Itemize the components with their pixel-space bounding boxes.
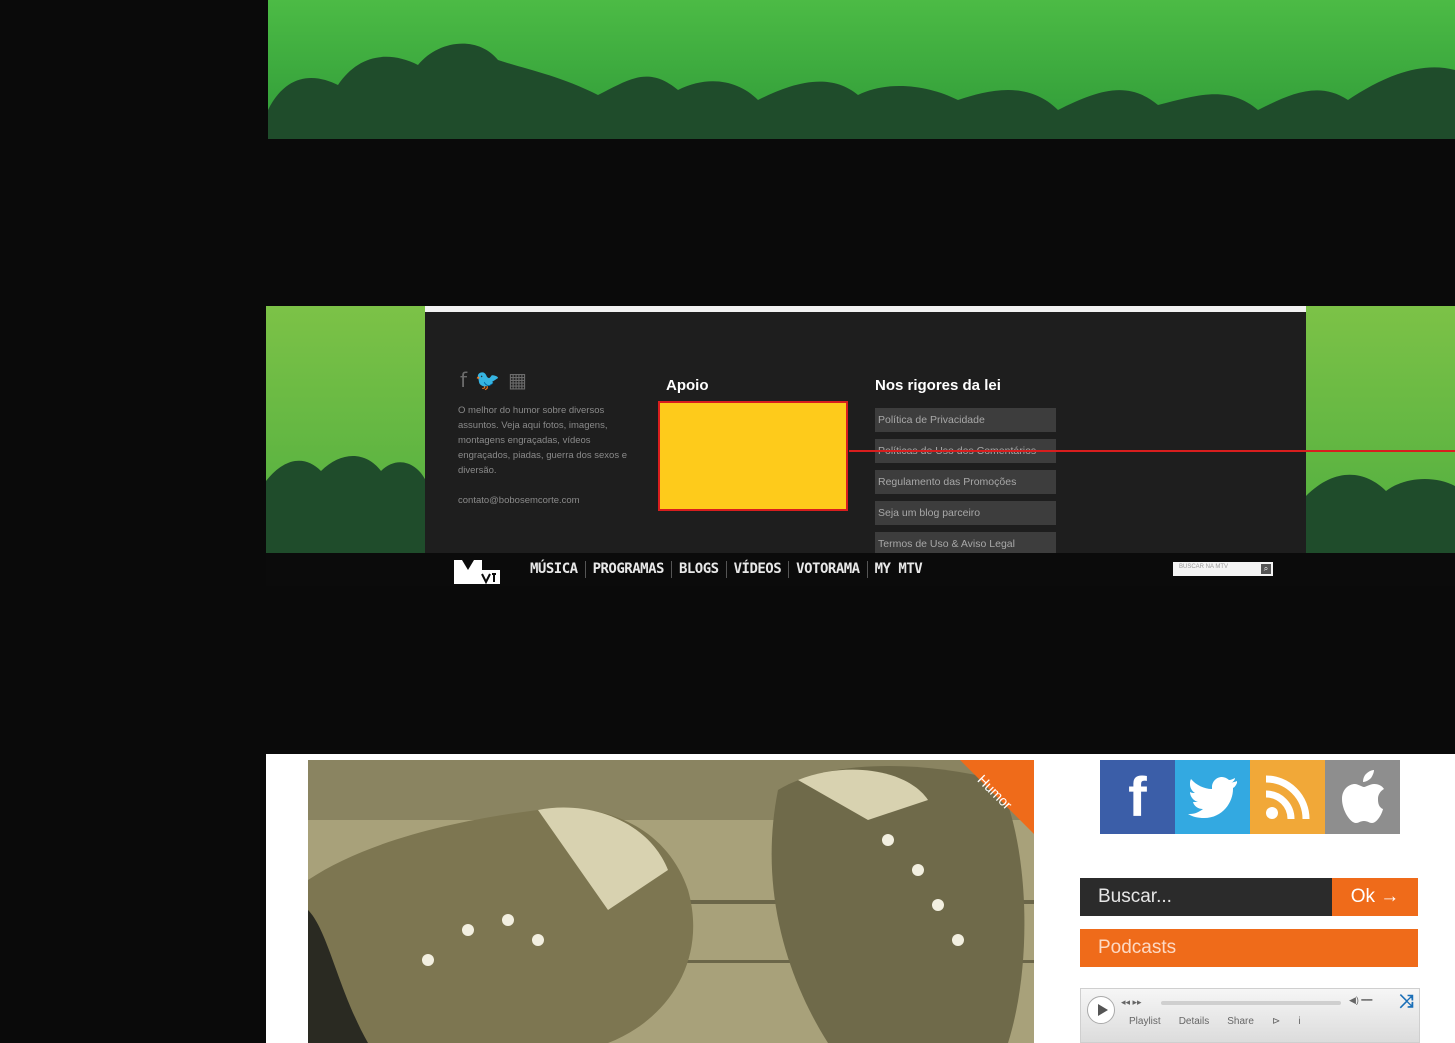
link-promotions-rules[interactable]: Regulamento das Promoções: [875, 470, 1056, 494]
nav-videos[interactable]: VÍDEOS: [734, 561, 782, 577]
blog-search-input[interactable]: Buscar...: [1080, 878, 1332, 916]
podcasts-header: Podcasts: [1080, 929, 1418, 967]
nav-programas[interactable]: PROGRAMAS: [593, 561, 665, 577]
mtv-search-input[interactable]: BUSCAR NA MTV ⌕: [1173, 562, 1273, 576]
tab-playlist[interactable]: Playlist: [1129, 1016, 1161, 1027]
mtv-nav-menu: MÚSICA PROGRAMAS BLOGS VÍDEOS VOTORAMA M…: [530, 557, 923, 581]
facebook-icon: f: [1128, 765, 1147, 828]
facebook-icon[interactable]: f: [460, 370, 467, 390]
progress-bar[interactable]: [1161, 1001, 1341, 1005]
volume-icon[interactable]: ◀) ━━: [1349, 995, 1372, 1006]
featured-post-image[interactable]: [308, 760, 1034, 1043]
twitter-icon[interactable]: 🐦: [475, 370, 500, 390]
category-tag-humor[interactable]: Humor: [960, 760, 1034, 834]
sponsor-banner-placeholder[interactable]: [658, 401, 848, 511]
nav-musica[interactable]: MÚSICA: [530, 561, 578, 577]
prev-next-controls-icon[interactable]: ◂◂ ▸▸: [1121, 997, 1142, 1008]
rss-icon: [1265, 775, 1309, 820]
play-icon[interactable]: [1087, 996, 1115, 1024]
search-icon[interactable]: ⌕: [1261, 564, 1271, 574]
site-footer: f 🐦 ▦ O melhor do humor sobre diversos a…: [266, 306, 1455, 586]
hills-graphic: [268, 0, 1455, 139]
player-tabs: Playlist Details Share ⊳ i: [1129, 1016, 1301, 1027]
tab-info[interactable]: i: [1298, 1016, 1300, 1027]
footer-panel: f 🐦 ▦ O melhor do humor sobre diversos a…: [425, 306, 1306, 556]
highlight-pointer-line: [849, 450, 1455, 452]
facebook-button[interactable]: f: [1100, 760, 1175, 834]
itunes-button[interactable]: [1325, 760, 1400, 834]
shuffle-icon[interactable]: ⤨: [1399, 991, 1413, 1012]
blog-content-area: Humor f Buscar... Ok → Podcasts ◂◂ ▸▸ ◀)…: [266, 754, 1455, 1043]
sneakers-photo: [308, 760, 1034, 1043]
legal-title: Nos rigores da lei: [875, 377, 1001, 394]
blog-search-ok-button[interactable]: Ok →: [1332, 878, 1418, 916]
nav-my-mtv[interactable]: MY MTV: [875, 561, 923, 577]
delicious-icon[interactable]: ▦: [508, 370, 527, 390]
apple-icon: [1341, 770, 1384, 823]
about-text: O melhor do humor sobre diversos assunto…: [458, 405, 627, 476]
tab-share[interactable]: Share: [1227, 1016, 1254, 1027]
legal-links: Política de Privacidade Políticas de Uso…: [875, 408, 1056, 563]
link-partner-blog[interactable]: Seja um blog parceiro: [875, 501, 1056, 525]
apoio-title: Apoio: [666, 377, 709, 394]
twitter-icon: [1187, 777, 1237, 818]
mtv-logo[interactable]: [452, 556, 502, 586]
link-privacy-policy[interactable]: Política de Privacidade: [875, 408, 1056, 432]
nav-votorama[interactable]: VOTORAMA: [796, 561, 860, 577]
podcast-player: ◂◂ ▸▸ ◀) ━━ ⤨ Playlist Details Share ⊳ i: [1080, 988, 1420, 1043]
nav-blogs[interactable]: BLOGS: [679, 561, 719, 577]
rss-button[interactable]: [1250, 760, 1325, 834]
mtv-search-placeholder: BUSCAR NA MTV: [1179, 564, 1229, 570]
header-hills-banner: [268, 0, 1455, 139]
contact-email-link[interactable]: contato@bobosemcorte.com: [458, 495, 580, 506]
tab-embed[interactable]: ⊳: [1272, 1016, 1280, 1027]
mtv-navigation-bar: MÚSICA PROGRAMAS BLOGS VÍDEOS VOTORAMA M…: [266, 553, 1455, 586]
twitter-button[interactable]: [1175, 760, 1250, 834]
blog-search-bar: Buscar... Ok →: [1080, 878, 1418, 916]
footer-social-icons: f 🐦 ▦: [460, 370, 527, 390]
tab-details[interactable]: Details: [1179, 1016, 1210, 1027]
